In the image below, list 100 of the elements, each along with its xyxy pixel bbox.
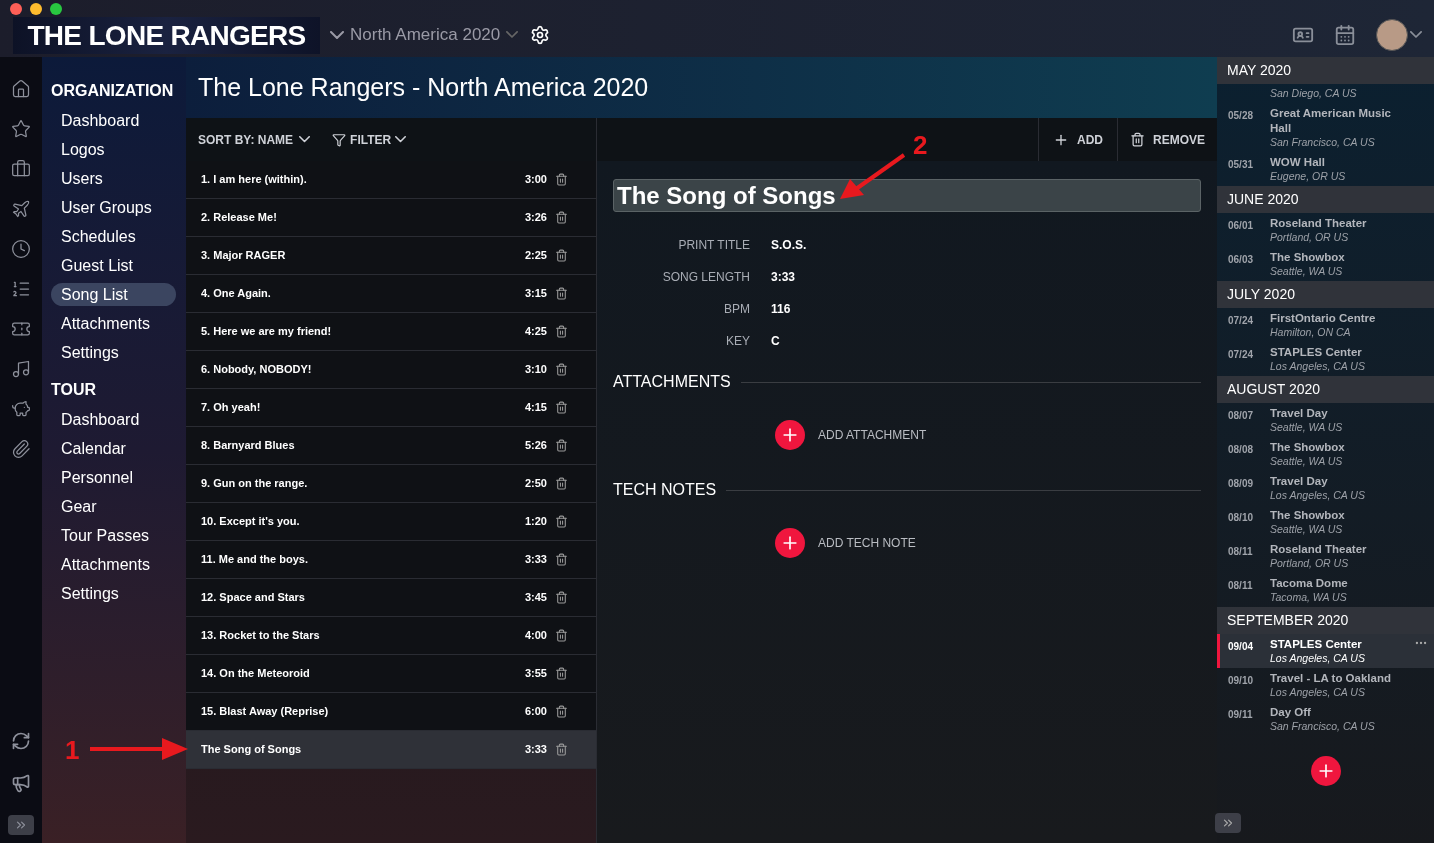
event-item[interactable]: 07/24 STAPLES Center Los Angeles, CA US xyxy=(1217,342,1434,376)
nav-item[interactable]: Dashboard xyxy=(51,408,176,431)
event-item[interactable]: 08/10 The Showbox Seattle, WA US xyxy=(1217,505,1434,539)
trash-icon[interactable] xyxy=(555,173,568,186)
avatar[interactable] xyxy=(1376,18,1408,51)
song-row[interactable]: 9. Gun on the range. 2:50 xyxy=(186,465,596,503)
nav-item[interactable]: User Groups xyxy=(51,196,176,219)
piggy-bank-icon[interactable] xyxy=(11,399,31,419)
event-item[interactable]: San Diego, CA US xyxy=(1217,84,1434,103)
trash-icon[interactable] xyxy=(555,401,568,414)
clock-icon[interactable] xyxy=(11,239,31,259)
nav-item[interactable]: Gear xyxy=(51,495,176,518)
trash-icon[interactable] xyxy=(555,211,568,224)
trash-icon[interactable] xyxy=(555,249,568,262)
song-title-field[interactable]: The Song of Songs xyxy=(613,179,1201,212)
trash-icon[interactable] xyxy=(555,705,568,718)
song-row[interactable]: 7. Oh yeah! 4:15 xyxy=(186,389,596,427)
event-item[interactable]: 09/11 Day Off San Francisco, CA US xyxy=(1217,702,1434,736)
song-row[interactable]: 13. Rocket to the Stars 4:00 xyxy=(186,617,596,655)
song-row[interactable]: 8. Barnyard Blues 5:26 xyxy=(186,427,596,465)
expand-button[interactable] xyxy=(1215,813,1241,833)
song-title: 2. Release Me! xyxy=(201,210,277,226)
trash-icon[interactable] xyxy=(555,667,568,680)
event-venue: STAPLES Center xyxy=(1270,637,1363,652)
song-row[interactable]: 14. On the Meteoroid 3:55 xyxy=(186,655,596,693)
nav-item[interactable]: Song List xyxy=(51,283,176,306)
field-label: KEY xyxy=(725,333,750,350)
song-row[interactable]: 12. Space and Stars 3:45 xyxy=(186,579,596,617)
sync-icon[interactable] xyxy=(11,731,31,751)
add-item-button[interactable]: ADD TECH NOTE xyxy=(775,528,916,558)
song-row[interactable]: The Song of Songs 3:33 xyxy=(186,731,596,769)
nav-item[interactable]: Guest List xyxy=(51,254,176,277)
song-row[interactable]: 11. Me and the boys. 3:33 xyxy=(186,541,596,579)
event-item[interactable]: 09/04 STAPLES Center Los Angeles, CA US xyxy=(1217,634,1434,668)
trash-icon[interactable] xyxy=(555,515,568,528)
trash-icon[interactable] xyxy=(555,325,568,338)
nav-item[interactable]: Dashboard xyxy=(51,109,176,132)
nav-item[interactable]: Settings xyxy=(51,341,176,364)
trash-icon[interactable] xyxy=(555,743,568,756)
song-title: 3. Major RAGER xyxy=(201,248,286,264)
song-row[interactable]: 1. I am here (within). 3:00 xyxy=(186,161,596,199)
song-row[interactable]: 4. One Again. 3:15 xyxy=(186,275,596,313)
calendar-icon[interactable] xyxy=(1334,23,1356,46)
add-event-button[interactable] xyxy=(1310,756,1341,786)
add-item-button[interactable]: ADD ATTACHMENT xyxy=(775,420,927,450)
minimize-window-icon[interactable] xyxy=(30,3,42,15)
song-title: 14. On the Meteoroid xyxy=(201,666,310,682)
trash-icon[interactable] xyxy=(555,629,568,642)
song-row[interactable]: 5. Here we are my friend! 4:25 xyxy=(186,313,596,351)
event-item[interactable]: 06/01 Roseland Theater Portland, OR US xyxy=(1217,213,1434,247)
maximize-window-icon[interactable] xyxy=(50,3,62,15)
song-length: 1:20 xyxy=(524,514,547,530)
nav-item[interactable]: Settings xyxy=(51,582,176,605)
event-item[interactable]: 08/08 The Showbox Seattle, WA US xyxy=(1217,437,1434,471)
song-row[interactable]: 15. Blast Away (Reprise) 6:00 xyxy=(186,693,596,731)
settings-icon[interactable] xyxy=(530,24,551,45)
star-icon[interactable] xyxy=(11,119,31,139)
nav-item[interactable]: Attachments xyxy=(51,312,176,335)
trash-icon[interactable] xyxy=(555,287,568,300)
tour-selector[interactable]: North America 2020 xyxy=(330,21,519,48)
song-title: 6. Nobody, NOBODY! xyxy=(201,362,312,378)
close-window-icon[interactable] xyxy=(10,3,22,15)
event-item[interactable]: 05/28 Great American Music Hall San Francisco, CA US xyxy=(1217,103,1434,152)
expand-button[interactable] xyxy=(8,815,34,835)
trash-icon[interactable] xyxy=(555,553,568,566)
event-item[interactable]: 08/11 Tacoma Dome Tacoma, WA US xyxy=(1217,573,1434,607)
event-item[interactable]: 07/24 FirstOntario Centre Hamilton, ON CA xyxy=(1217,308,1434,342)
nav-item[interactable]: Schedules xyxy=(51,225,176,248)
nav-item[interactable]: Users xyxy=(51,167,176,190)
trash-icon[interactable] xyxy=(555,439,568,452)
song-row[interactable]: 6. Nobody, NOBODY! 3:10 xyxy=(186,351,596,389)
event-venue: The Showbox xyxy=(1270,508,1346,523)
nav-item[interactable]: Tour Passes xyxy=(51,524,176,547)
event-item[interactable]: 08/09 Travel Day Los Angeles, CA US xyxy=(1217,471,1434,505)
sort-button[interactable]: SORT BY: NAME xyxy=(198,130,311,149)
plane-icon[interactable] xyxy=(11,199,31,219)
event-location: Hamilton, ON CA xyxy=(1270,326,1352,339)
event-item[interactable]: 05/31 WOW Hall Eugene, OR US xyxy=(1217,152,1434,186)
paperclip-icon[interactable] xyxy=(11,439,31,459)
nav-item[interactable]: Calendar xyxy=(51,437,176,460)
song-title: 9. Gun on the range. xyxy=(201,476,308,492)
nav-item[interactable]: Logos xyxy=(51,138,176,161)
song-row[interactable]: 2. Release Me! 3:26 xyxy=(186,199,596,237)
nav-item[interactable]: Attachments xyxy=(51,553,176,576)
music-note-icon[interactable] xyxy=(11,359,31,379)
event-item[interactable]: 08/07 Travel Day Seattle, WA US xyxy=(1217,403,1434,437)
trash-icon[interactable] xyxy=(555,363,568,376)
event-item[interactable]: 08/11 Roseland Theater Portland, OR US xyxy=(1217,539,1434,573)
event-item[interactable]: 09/10 Travel - LA to Oakland Los Angeles, CA US xyxy=(1217,668,1434,702)
megaphone-icon[interactable] xyxy=(11,773,31,793)
event-item[interactable]: 06/03 The Showbox Seattle, WA US xyxy=(1217,247,1434,281)
trash-icon[interactable] xyxy=(555,591,568,604)
trash-icon[interactable] xyxy=(555,477,568,490)
filter-button[interactable]: FILTER xyxy=(332,130,407,149)
briefcase-icon[interactable] xyxy=(11,159,31,179)
song-row[interactable]: 3. Major RAGER 2:25 xyxy=(186,237,596,275)
nav-item[interactable]: Personnel xyxy=(51,466,176,489)
song-row[interactable]: 10. Except it's you. 1:20 xyxy=(186,503,596,541)
home-icon[interactable] xyxy=(11,79,31,99)
list-icon[interactable] xyxy=(11,279,31,299)
